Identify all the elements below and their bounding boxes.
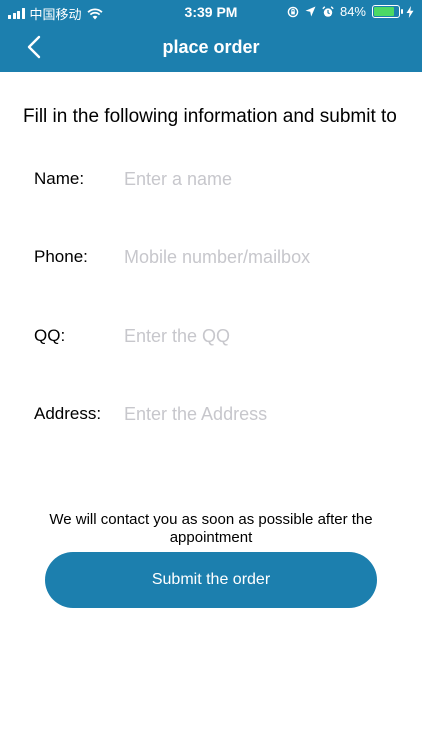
submit-order-button[interactable]: Submit the order [45, 552, 377, 608]
address-row: Address: [34, 394, 422, 434]
phone-row: Phone: [34, 237, 422, 277]
location-icon [305, 6, 316, 17]
page-title: place order [162, 37, 260, 57]
phone-input[interactable] [124, 246, 394, 268]
qq-label: QQ: [34, 326, 66, 345]
phone-label: Phone: [34, 247, 88, 266]
contact-notice: We will contact you as soon as possible … [49, 511, 373, 546]
name-label: Name: [34, 169, 85, 188]
battery-percentage: 84% [339, 4, 366, 19]
nav-bar: place order [0, 24, 422, 72]
alarm-icon [322, 5, 334, 17]
name-row: Name: [34, 159, 422, 199]
address-input[interactable] [124, 403, 394, 425]
address-label: Address: [34, 404, 102, 423]
battery-level [374, 7, 395, 16]
name-input[interactable] [124, 168, 394, 190]
form-instructions: Fill in the following information and su… [23, 106, 397, 127]
top-bar: 中国移动 3:39 PM 84% place order [0, 0, 422, 72]
charging-icon [406, 5, 414, 18]
qq-input[interactable] [124, 325, 394, 347]
status-bar: 中国移动 3:39 PM 84% [0, 0, 422, 24]
qq-row: QQ: [34, 316, 422, 356]
orientation-lock-icon [287, 6, 299, 17]
battery-icon [372, 5, 403, 18]
